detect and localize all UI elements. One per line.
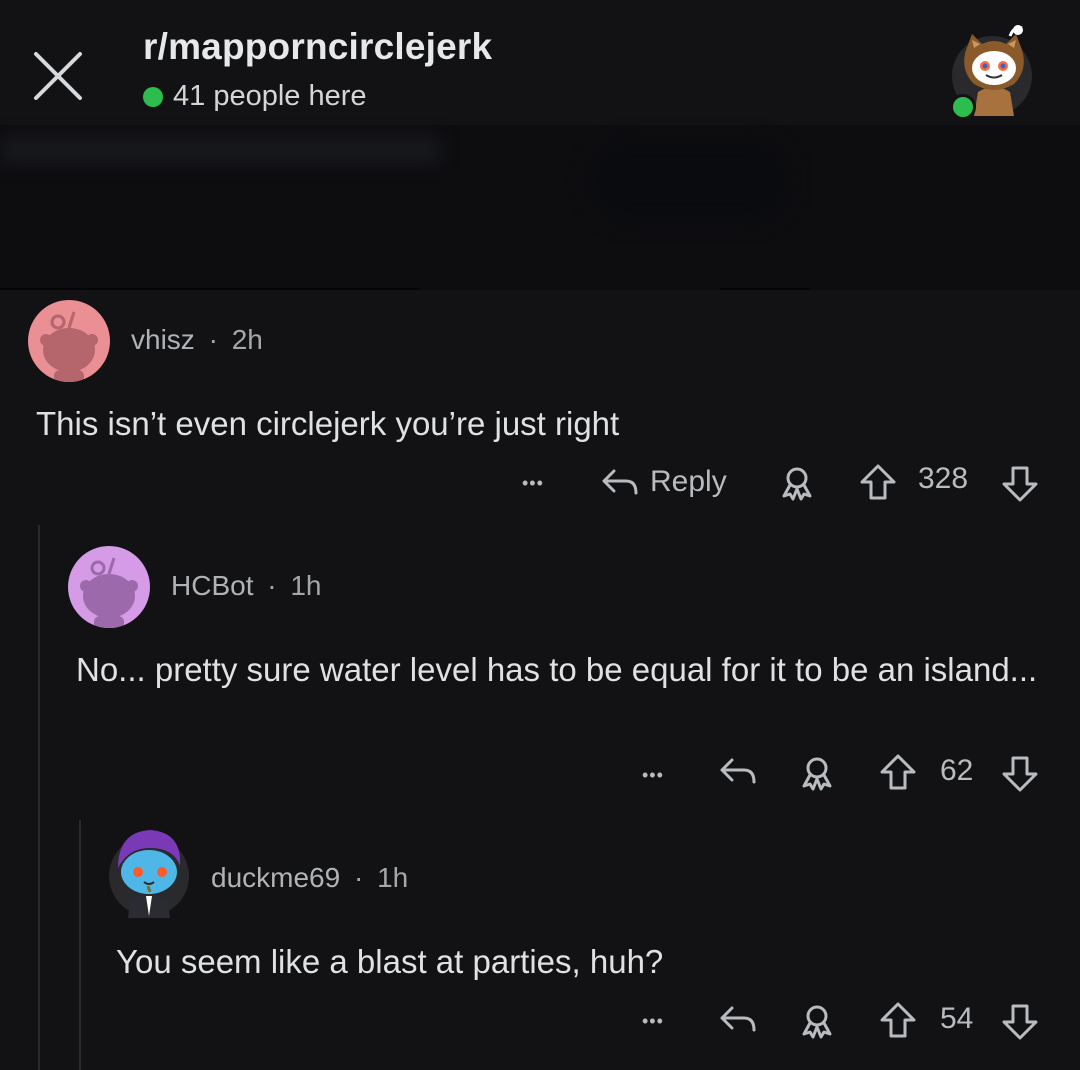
comment-meta: vhisz · 2h <box>131 324 263 356</box>
comment-meta: HCBot · 1h <box>171 570 322 602</box>
default-snoo-icon <box>68 546 150 628</box>
avatar-online-dot-icon <box>950 94 976 120</box>
award-button[interactable] <box>798 1002 836 1040</box>
downvote-arrow-icon <box>1000 754 1040 794</box>
award-button[interactable] <box>778 464 816 502</box>
comment-username[interactable]: duckme69 <box>211 862 340 893</box>
reply-arrow-icon <box>718 754 758 788</box>
award-button[interactable] <box>798 754 836 792</box>
subreddit-title[interactable]: r/mapporncirclejerk <box>143 26 492 68</box>
score: 328 <box>918 462 969 495</box>
score: 54 <box>940 1002 974 1035</box>
reply-button[interactable]: Reply <box>600 462 727 502</box>
meta-separator: · <box>353 862 364 893</box>
online-dot-icon <box>143 86 163 107</box>
divider <box>0 288 420 290</box>
user-avatar-button[interactable] <box>948 22 1038 120</box>
comment-body: This isn’t even circlejerk you’re just r… <box>36 405 620 442</box>
more-icon: ••• <box>642 764 664 785</box>
upvote-button[interactable] <box>878 752 918 792</box>
avatar[interactable] <box>28 300 110 382</box>
online-indicator: 41 people here <box>143 80 367 113</box>
downvote-button[interactable] <box>1000 754 1040 794</box>
more-icon: ••• <box>642 1010 664 1031</box>
avatar[interactable] <box>68 546 150 628</box>
award-icon <box>798 754 836 792</box>
meta-separator: · <box>208 324 218 355</box>
online-count: 41 people here <box>173 80 367 112</box>
more-options-button[interactable]: ••• <box>642 758 664 792</box>
thread-line[interactable] <box>38 525 40 1070</box>
reply-button[interactable] <box>718 1002 758 1036</box>
score: 62 <box>940 754 974 787</box>
reply-button[interactable] <box>718 754 758 788</box>
upvote-button[interactable] <box>878 1000 918 1040</box>
comment-meta: duckme69 · 1h <box>211 862 408 894</box>
upvote-arrow-icon <box>878 1000 918 1040</box>
reply-arrow-icon <box>718 1002 758 1036</box>
meta-separator: · <box>267 570 277 601</box>
post-preview-blur <box>590 140 790 220</box>
post-preview-blur <box>0 135 440 165</box>
downvote-arrow-icon <box>1000 1002 1040 1042</box>
close-icon <box>28 46 88 106</box>
upvote-button[interactable] <box>858 462 898 502</box>
custom-snoo-avatar-icon <box>108 826 190 918</box>
thread-line[interactable] <box>79 820 81 1070</box>
comment-username[interactable]: HCBot <box>171 570 253 601</box>
downvote-arrow-icon <box>1000 464 1040 504</box>
upvote-arrow-icon <box>878 752 918 792</box>
upvote-arrow-icon <box>858 462 898 502</box>
comment-age: 2h <box>231 324 263 355</box>
downvote-button[interactable] <box>1000 464 1040 504</box>
comment-body: You seem like a blast at parties, huh? <box>116 943 664 980</box>
award-icon <box>798 1002 836 1040</box>
downvote-button[interactable] <box>1000 1002 1040 1042</box>
more-options-button[interactable]: ••• <box>642 1004 664 1038</box>
comment-username[interactable]: vhisz <box>131 324 195 355</box>
comment-age: 1h <box>290 570 322 601</box>
reply-arrow-icon <box>600 465 640 499</box>
comment-age: 1h <box>377 862 409 893</box>
comment-body: No... pretty sure water level has to be … <box>76 651 1038 688</box>
divider <box>720 288 810 290</box>
close-button[interactable] <box>28 46 88 106</box>
award-icon <box>778 464 816 502</box>
more-options-button[interactable]: ••• <box>522 466 544 500</box>
reply-label: Reply <box>650 465 727 498</box>
default-snoo-icon <box>28 300 110 382</box>
more-icon: ••• <box>522 472 544 493</box>
avatar[interactable] <box>108 826 190 918</box>
